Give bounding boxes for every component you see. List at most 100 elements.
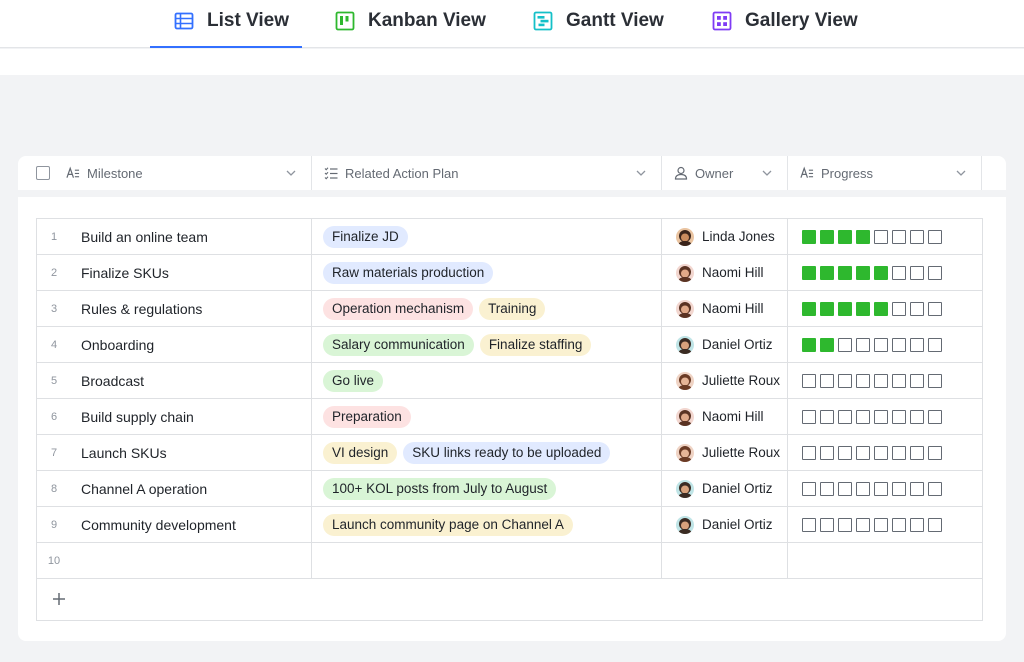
table-row[interactable]: 1 Build an online team Finalize JD Linda Jo… <box>37 219 982 255</box>
milestone-cell[interactable]: Broadcast <box>81 363 311 398</box>
related-action-plan-cell[interactable]: Preparation <box>311 399 661 434</box>
owner-cell[interactable]: Linda Jones <box>661 219 787 254</box>
owner-name: Daniel Ortiz <box>702 517 773 532</box>
tab-label: Gallery View <box>745 10 858 31</box>
add-record-row[interactable] <box>37 579 982 621</box>
owner-name: Naomi Hill <box>702 265 764 280</box>
progress-cell[interactable] <box>787 219 982 254</box>
text-field-icon <box>800 166 814 180</box>
progress-cell[interactable] <box>787 399 982 434</box>
progress-square <box>892 481 906 496</box>
select-all-checkbox[interactable] <box>36 166 50 180</box>
column-header-owner[interactable]: Owner <box>662 156 788 190</box>
milestone-cell[interactable]: Rules & regulations <box>81 291 311 326</box>
related-action-plan-cell[interactable]: Finalize JD <box>311 219 661 254</box>
action-plan-tag[interactable]: 100+ KOL posts from July to August <box>323 477 557 500</box>
progress-square <box>928 409 942 424</box>
action-plan-tag[interactable]: SKU links ready to be uploaded <box>403 441 611 464</box>
action-plan-tag[interactable]: VI design <box>323 441 398 464</box>
tab-gallery-view[interactable]: Gallery View <box>712 8 858 34</box>
tab-list-view[interactable]: List View <box>174 8 289 34</box>
action-plan-tag[interactable]: Finalize JD <box>323 225 408 248</box>
chevron-down-icon[interactable] <box>761 167 773 179</box>
table-row[interactable]: 5 Broadcast Go live Juliette Roux <box>37 363 982 399</box>
milestone-cell[interactable]: Community development <box>81 507 311 542</box>
owner-cell[interactable]: Daniel Ortiz <box>661 327 787 362</box>
action-plan-tag[interactable]: Raw materials production <box>323 261 494 284</box>
chevron-down-icon[interactable] <box>955 167 967 179</box>
progress-cell[interactable] <box>787 543 982 578</box>
owner-cell[interactable] <box>661 543 787 578</box>
table-row[interactable]: 9 Community development Launch community p… <box>37 507 982 543</box>
milestone-cell[interactable]: Build an online team <box>81 219 311 254</box>
action-plan-tag[interactable]: Salary communication <box>323 333 474 356</box>
related-action-plan-cell[interactable] <box>311 543 661 578</box>
table-row[interactable]: 2 Finalize SKUs Raw materials production Na… <box>37 255 982 291</box>
table-panel: 1 Build an online team Finalize JD Linda Jo… <box>18 197 1006 641</box>
owner-cell[interactable]: Naomi Hill <box>661 399 787 434</box>
chevron-down-icon[interactable] <box>635 167 647 179</box>
milestone-cell[interactable]: Build supply chain <box>81 399 311 434</box>
related-action-plan-cell[interactable]: Salary communication Finalize staffing <box>311 327 661 362</box>
owner-cell[interactable]: Daniel Ortiz <box>661 471 787 506</box>
avatar <box>676 227 694 246</box>
owner-name: Daniel Ortiz <box>702 481 773 496</box>
related-action-plan-cell[interactable]: Raw materials production <box>311 255 661 290</box>
table-row[interactable]: 7 Launch SKUs VI design SKU links ready to … <box>37 435 982 471</box>
action-plan-tag[interactable]: Operation mechanism <box>323 297 474 320</box>
row-number: 5 <box>50 374 58 387</box>
progress-square <box>838 373 852 388</box>
related-action-plan-cell[interactable]: Go live <box>311 363 661 398</box>
progress-cell[interactable] <box>787 471 982 506</box>
progress-cell[interactable] <box>787 255 982 290</box>
owner-cell[interactable]: Naomi Hill <box>661 291 787 326</box>
progress-cell[interactable] <box>787 291 982 326</box>
action-plan-tag[interactable]: Preparation <box>323 405 411 428</box>
milestone-cell[interactable]: Launch SKUs <box>81 435 311 470</box>
table-row[interactable]: 3 Rules & regulations Operation mechanism T… <box>37 291 982 327</box>
tab-gantt-view[interactable]: Gantt View <box>533 8 664 34</box>
action-plan-tag[interactable]: Finalize staffing <box>479 333 592 356</box>
progress-square <box>910 265 924 280</box>
records-table: 1 Build an online team Finalize JD Linda Jo… <box>36 218 983 621</box>
milestone-cell[interactable]: Channel A operation <box>81 471 311 506</box>
action-plan-tag[interactable]: Go live <box>323 369 384 392</box>
tab-label: List View <box>207 10 290 31</box>
table-row[interactable]: 10 <box>37 543 982 579</box>
progress-cell[interactable] <box>787 435 982 470</box>
related-action-plan-cell[interactable]: Operation mechanism Training <box>311 291 661 326</box>
related-action-plan-cell[interactable]: VI design SKU links ready to be uploaded <box>311 435 661 470</box>
related-action-plan-cell[interactable]: 100+ KOL posts from July to August <box>311 471 661 506</box>
owner-cell[interactable]: Naomi Hill <box>661 255 787 290</box>
progress-square <box>802 229 816 244</box>
row-number: 3 <box>50 302 58 315</box>
related-action-plan-cell[interactable]: Launch community page on Channel A <box>311 507 661 542</box>
table-row[interactable]: 8 Channel A operation 100+ KOL posts from … <box>37 471 982 507</box>
table-row[interactable]: 6 Build supply chain Preparation Naomi Hill <box>37 399 982 435</box>
milestone-cell[interactable]: Onboarding <box>81 327 311 362</box>
progress-cell[interactable] <box>787 327 982 362</box>
column-header-milestone[interactable]: Milestone <box>18 156 312 190</box>
milestone-cell[interactable]: Finalize SKUs <box>81 255 311 290</box>
column-header-related-action-plan[interactable]: Related Action Plan <box>312 156 662 190</box>
action-plan-tag[interactable]: Training <box>479 297 546 320</box>
column-title: Owner <box>695 165 734 181</box>
owner-cell[interactable]: Daniel Ortiz <box>661 507 787 542</box>
progress-square <box>820 481 834 496</box>
plus-icon[interactable] <box>51 591 67 607</box>
list-view-icon <box>174 11 194 31</box>
progress-square <box>874 409 888 424</box>
chevron-down-icon[interactable] <box>285 167 297 179</box>
column-header-progress[interactable]: Progress <box>788 156 982 190</box>
owner-cell[interactable]: Juliette Roux <box>661 435 787 470</box>
progress-square <box>910 301 924 316</box>
progress-cell[interactable] <box>787 507 982 542</box>
progress-cell[interactable] <box>787 363 982 398</box>
progress-square <box>802 337 816 352</box>
owner-cell[interactable]: Juliette Roux <box>661 363 787 398</box>
tab-kanban-view[interactable]: Kanban View <box>335 8 486 34</box>
table-row[interactable]: 4 Onboarding Salary communication Finalize … <box>37 327 982 363</box>
action-plan-tag[interactable]: Launch community page on Channel A <box>323 513 573 536</box>
column-title: Progress <box>821 165 874 181</box>
milestone-cell[interactable] <box>81 543 311 578</box>
